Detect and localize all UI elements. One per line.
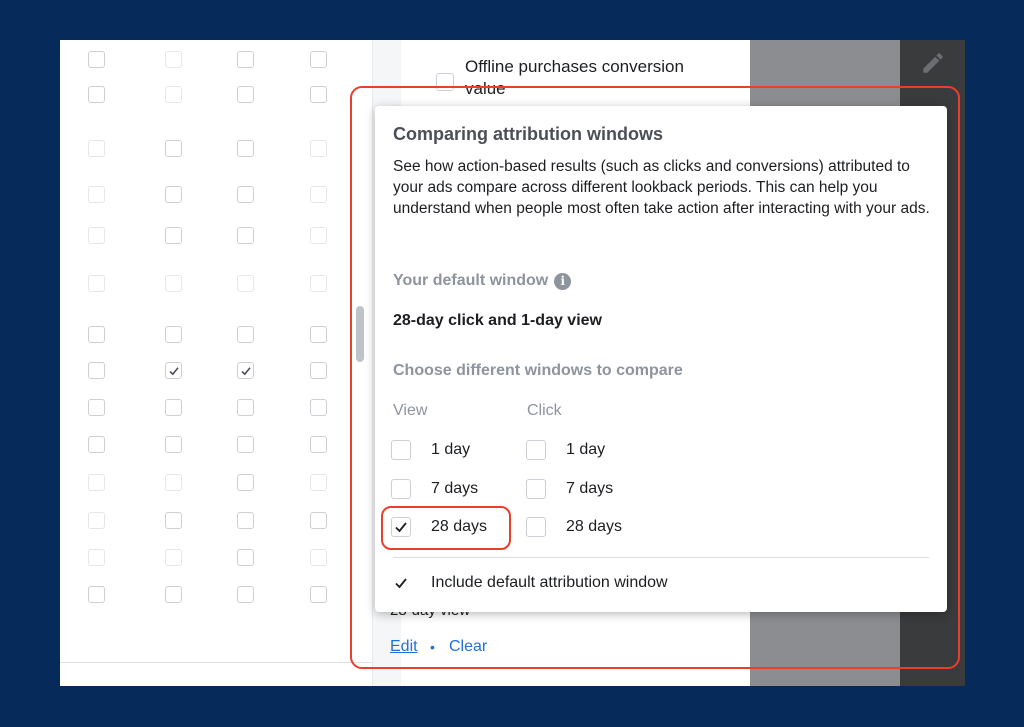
pencil-icon[interactable]	[920, 50, 946, 76]
grid-checkbox[interactable]	[310, 362, 327, 379]
grid-checkbox[interactable]	[237, 140, 254, 157]
grid-checkbox[interactable]	[237, 326, 254, 343]
grid-checkbox[interactable]	[310, 186, 327, 203]
grid-checkbox[interactable]	[88, 399, 105, 416]
grid-checkbox[interactable]	[88, 51, 105, 68]
grid-checkbox[interactable]	[310, 227, 327, 244]
grid-checkbox[interactable]	[310, 586, 327, 603]
annotation-highlight-28-days	[381, 506, 511, 550]
grid-checkbox[interactable]	[237, 512, 254, 529]
grid-checkbox[interactable]	[165, 51, 182, 68]
check-icon	[240, 366, 251, 375]
checkbox-grid	[60, 40, 372, 686]
grid-checkbox[interactable]	[165, 512, 182, 529]
grid-checkbox[interactable]	[310, 474, 327, 491]
grid-checkbox[interactable]	[310, 326, 327, 343]
grid-checkbox[interactable]	[88, 362, 105, 379]
grid-checkbox[interactable]	[165, 549, 182, 566]
grid-checkbox[interactable]	[237, 436, 254, 453]
grid-checkbox[interactable]	[310, 86, 327, 103]
grid-checkbox[interactable]	[310, 399, 327, 416]
check-icon	[168, 366, 179, 375]
grid-checkbox[interactable]	[310, 512, 327, 529]
grid-checkbox[interactable]	[310, 549, 327, 566]
grid-checkbox[interactable]	[88, 227, 105, 244]
grid-checkbox[interactable]	[165, 362, 182, 379]
grid-checkbox[interactable]	[88, 186, 105, 203]
grid-checkbox[interactable]	[88, 549, 105, 566]
grid-checkbox[interactable]	[237, 586, 254, 603]
grid-checkbox[interactable]	[165, 140, 182, 157]
grid-checkbox[interactable]	[88, 326, 105, 343]
grid-checkbox[interactable]	[165, 275, 182, 292]
grid-checkbox[interactable]	[88, 474, 105, 491]
grid-checkbox[interactable]	[237, 275, 254, 292]
grid-checkbox[interactable]	[165, 227, 182, 244]
grid-checkbox[interactable]	[165, 474, 182, 491]
grid-checkbox[interactable]	[165, 436, 182, 453]
grid-checkbox[interactable]	[237, 86, 254, 103]
grid-checkbox[interactable]	[310, 51, 327, 68]
grid-checkbox[interactable]	[310, 436, 327, 453]
grid-checkbox[interactable]	[237, 474, 254, 491]
annotation-outline	[350, 86, 960, 669]
grid-checkbox[interactable]	[237, 549, 254, 566]
grid-checkbox[interactable]	[165, 86, 182, 103]
grid-checkbox[interactable]	[88, 586, 105, 603]
grid-checkbox[interactable]	[165, 326, 182, 343]
grid-checkbox[interactable]	[237, 227, 254, 244]
grid-checkbox[interactable]	[310, 140, 327, 157]
grid-checkbox[interactable]	[88, 140, 105, 157]
grid-checkbox[interactable]	[310, 275, 327, 292]
grid-checkbox[interactable]	[165, 186, 182, 203]
grid-checkbox[interactable]	[88, 436, 105, 453]
grid-checkbox[interactable]	[237, 399, 254, 416]
grid-checkbox[interactable]	[237, 51, 254, 68]
grid-checkbox[interactable]	[88, 512, 105, 529]
grid-checkbox[interactable]	[88, 275, 105, 292]
grid-checkbox[interactable]	[237, 362, 254, 379]
grid-checkbox[interactable]	[165, 399, 182, 416]
grid-checkbox[interactable]	[165, 586, 182, 603]
grid-checkbox[interactable]	[88, 86, 105, 103]
grid-checkbox[interactable]	[237, 186, 254, 203]
